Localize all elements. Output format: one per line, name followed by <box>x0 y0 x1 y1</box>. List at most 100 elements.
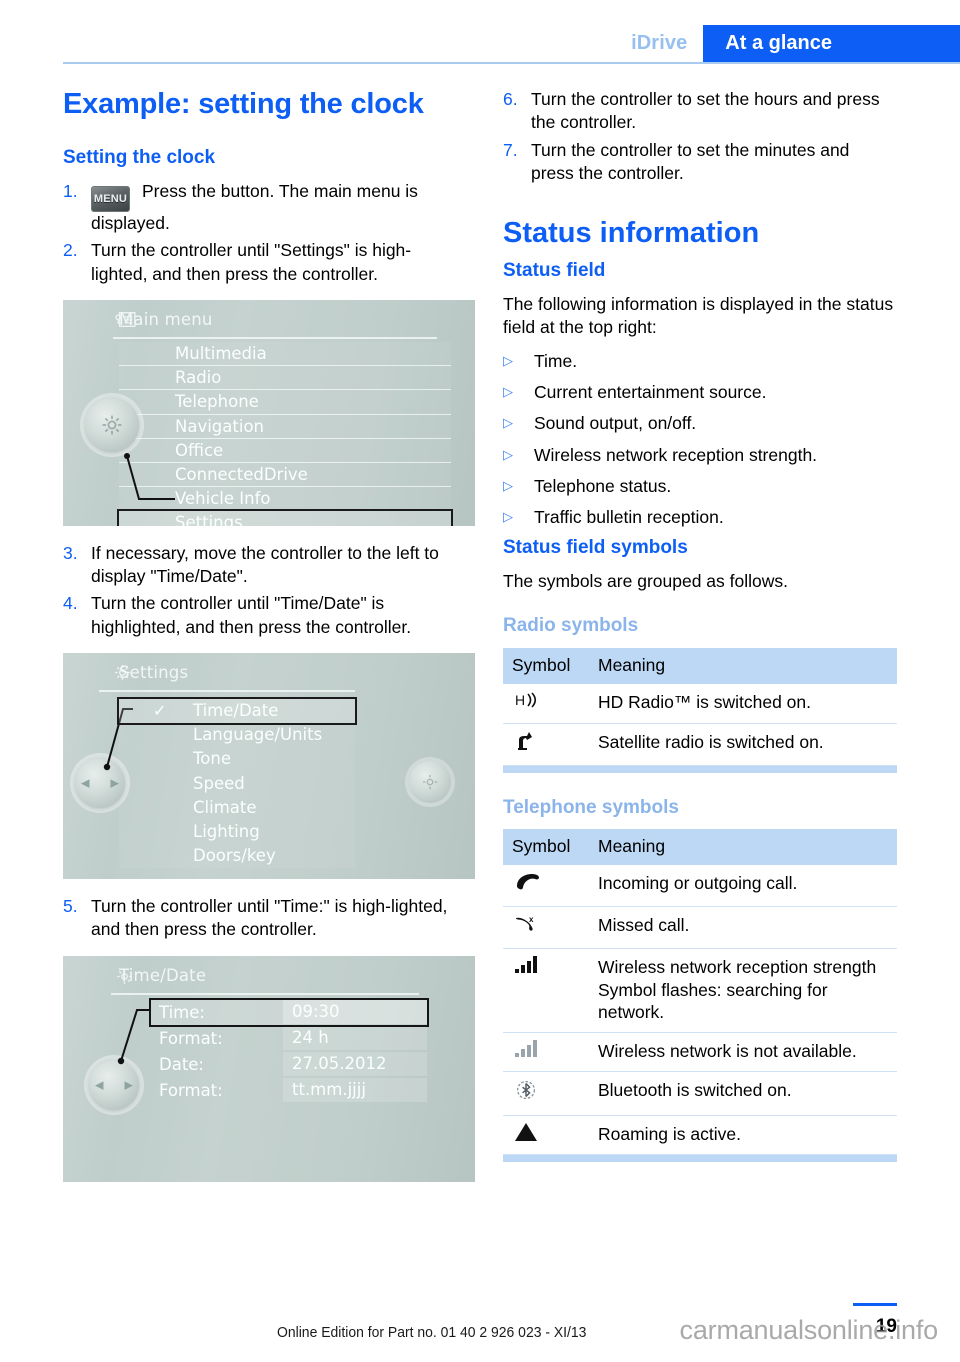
satellite-radio-icon-glyph <box>518 731 532 750</box>
heading-radio-symbols: Radio symbols <box>503 615 639 637</box>
table-row: Wireless network reception strength Symb… <box>503 948 897 1034</box>
triangle-bullet-icon: ▷ <box>503 509 513 525</box>
column-header-symbol: Symbol <box>503 829 589 866</box>
triangle-bullet-icon: ▷ <box>503 384 513 399</box>
column-header-meaning: Meaning <box>589 648 897 685</box>
list-item: ▷ Traffic bulletin reception. <box>503 506 897 529</box>
row-value: 09:30 <box>283 1000 427 1025</box>
left-column: Example: setting the clock Setting the c… <box>63 88 475 1198</box>
table-row: Wireless network is not available. <box>503 1032 897 1072</box>
table-cell-meaning: Satellite radio is switched on. <box>589 723 897 766</box>
satellite-radio-icon <box>503 723 589 766</box>
status-field-symbols-intro: The symbols are grouped as follows. <box>503 571 788 592</box>
idrive-settings-item-selected[interactable]: Time/Date <box>117 696 357 726</box>
right-column: 6. Turn the controller to set the hours … <box>503 88 897 1198</box>
status-field-intro: The following information is displayed i… <box>503 294 894 338</box>
list-item-label: Current entertainment source. <box>534 382 767 402</box>
step-number: 4. <box>63 593 78 614</box>
footer-edition-note: Online Edition for Part no. 01 40 2 926 … <box>277 1324 587 1341</box>
step-text: Turn the controller until "Settings" is … <box>91 240 412 284</box>
leader-line <box>124 452 175 500</box>
list-item: ▷ Telephone status. <box>503 475 897 498</box>
table-cell-meaning: Roaming is active. <box>589 1115 897 1156</box>
step-number: 6. <box>503 89 518 109</box>
handset-icon-glyph <box>517 874 539 890</box>
missed-call-icon: x <box>503 906 589 949</box>
step-item: 5. Turn the controller until "Time:" is … <box>63 895 457 942</box>
heading-status-field: Status field <box>503 260 606 282</box>
page-footer: 19 Online Edition for Part no. 01 40 2 9… <box>0 1282 960 1362</box>
signal-bars-icon-glyph <box>515 955 537 973</box>
procedure-steps-3-4: 3. If necessary, move the controller to … <box>63 542 457 639</box>
step-text: Turn the controller to set the minutes a… <box>531 139 850 183</box>
row-label: Time: <box>159 1002 205 1022</box>
idrive-screenshot-settings: Settings Time/Date Language/Units Tone S… <box>63 653 475 879</box>
watermark: carmanualsonline.info <box>679 1315 939 1345</box>
table-row: Incoming or outgoing call. <box>503 865 897 908</box>
signal-bars-icon <box>503 948 589 1034</box>
status-field-bullet-list: ▷ Time. ▷ Current entertainment source. ▷ S… <box>503 350 897 530</box>
signal-bars-off-icon <box>503 1032 589 1072</box>
list-item: ▷ Current entertainment source. <box>503 381 897 404</box>
missed-call-icon-glyph: x <box>516 915 534 931</box>
step-text: Turn the controller until "Time:" is hig… <box>91 896 448 940</box>
list-item-label: Sound output, on/off. <box>534 413 697 434</box>
signal-bars-off-icon-glyph <box>515 1040 537 1058</box>
step-item: 3. If necessary, move the controller to … <box>63 542 457 589</box>
table-cell-meaning: Incoming or outgoing call. <box>589 865 897 908</box>
step-text: Turn the controller to set the hours and… <box>531 89 880 133</box>
svg-text:H: H <box>515 692 525 708</box>
section-heading-setting-the-clock: Setting the clock <box>63 147 216 169</box>
step-number: 2. <box>63 240 78 261</box>
procedure-steps-1-2: 1. MENU Press the button. The main menu i… <box>63 180 457 286</box>
radio-symbols-table: Symbol Meaning H HD Radio™ is switched o… <box>503 648 897 766</box>
telephone-symbols-table: Symbol Meaning Incoming or outgoing call… <box>503 829 897 1156</box>
bluetooth-icon-glyph <box>516 1080 536 1100</box>
bluetooth-icon <box>503 1071 589 1116</box>
triangle-bullet-icon: ▷ <box>503 477 513 493</box>
table-cell-meaning: Missed call. <box>589 906 897 949</box>
svg-text:x: x <box>529 915 534 924</box>
step-item: 7. Turn the controller to set the minute… <box>503 139 897 186</box>
step-text: If necessary, move the controller to the… <box>91 542 439 587</box>
triangle-bullet-icon: ▷ <box>503 352 513 368</box>
idrive-menu-item-selected[interactable]: Settings <box>117 509 453 526</box>
leader-line <box>103 708 133 771</box>
column-header-symbol: Symbol <box>503 648 589 685</box>
breadcrumb-chapter: iDrive <box>631 32 688 54</box>
triangle-bullet-icon: ▷ <box>503 415 513 431</box>
section-title-status-information: Status information <box>503 217 760 250</box>
menu-button-icon: MENU <box>91 186 130 213</box>
step-number: 3. <box>63 542 78 563</box>
step-text: Press the button. The main menu is displ… <box>91 181 418 234</box>
telephone-symbols-table-footer-rule <box>503 1155 897 1163</box>
list-item: ▷ Sound output, on/off. <box>503 412 897 435</box>
list-item-label: Time. <box>534 350 578 371</box>
table-header-row: Symbol Meaning <box>503 648 897 685</box>
idrive-screenshot-time-date: Time/Date Time: 09:30 Format: 24 h Date:… <box>63 955 475 1182</box>
page-title: Example: setting the clock <box>63 88 424 120</box>
table-row: Roaming is active. <box>503 1115 897 1156</box>
idrive-time-row-selected[interactable]: Time: 09:30 <box>149 997 429 1027</box>
step-text: Turn the controller until "Time/Date" is… <box>91 593 412 637</box>
column-header-meaning: Meaning <box>589 829 897 866</box>
list-item-label: Telephone status. <box>534 475 672 496</box>
roaming-triangle-icon <box>503 1115 589 1156</box>
header-rule <box>63 62 960 64</box>
table-cell-meaning: Wireless network reception strength Symb… <box>589 948 897 1034</box>
header-breadcrumb: iDrive At a glance <box>631 25 960 62</box>
procedure-steps-6-7: 6. Turn the controller to set the hours … <box>503 88 897 185</box>
table-cell-meaning: Bluetooth is switched on. <box>589 1071 897 1116</box>
handset-icon <box>503 865 589 908</box>
page-columns: Example: setting the clock Setting the c… <box>63 88 897 1198</box>
idrive-screenshot-main-menu: Main menu Multimedia Radio Telephone Nav… <box>63 299 475 526</box>
step-body: MENU Press the button. The main menu is d… <box>91 180 457 235</box>
table-header-row: Symbol Meaning <box>503 829 897 866</box>
triangle-bullet-icon: ▷ <box>503 446 513 462</box>
page-number-rule <box>853 1303 897 1306</box>
table-row: Bluetooth is switched on. <box>503 1071 897 1116</box>
list-item: ▷ Wireless network reception strength. <box>503 444 897 467</box>
step-item: 1. MENU Press the button. The main menu i… <box>63 180 457 235</box>
step-item: 4. Turn the controller until "Time/Date"… <box>63 592 457 639</box>
hd-radio-icon-glyph: H <box>515 692 537 708</box>
